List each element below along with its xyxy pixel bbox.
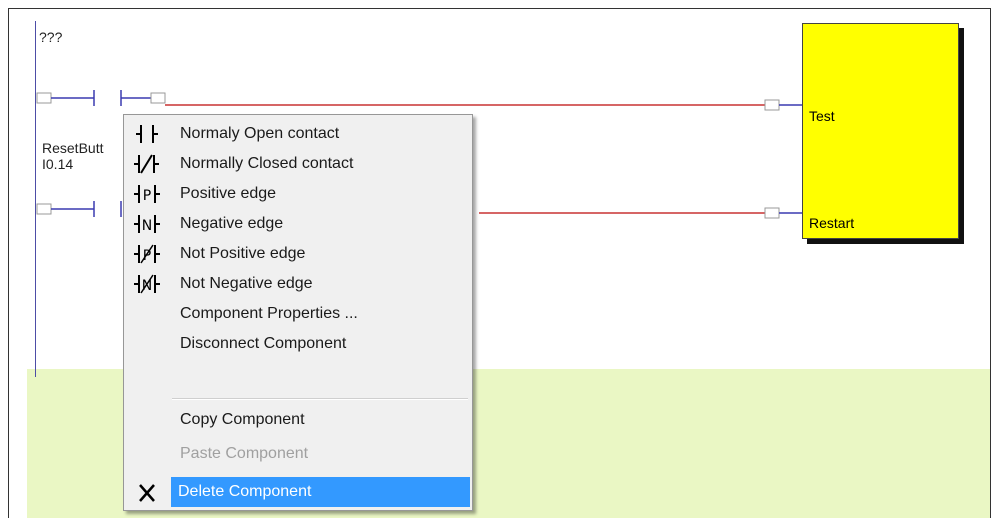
delete-x-icon: [139, 484, 155, 502]
menu-item-label: Paste Component: [180, 445, 309, 462]
menu-item-label: Copy Component: [180, 411, 305, 428]
function-block[interactable]: Test Restart: [802, 23, 959, 239]
context-menu: Normaly Open contact Normally Closed con…: [123, 114, 473, 511]
positive-edge-icon: P: [134, 185, 160, 204]
ladder-editor-screenshot: ??? ResetButt I0.14 Test Restart Normaly…: [0, 0, 998, 518]
menu-item-label: Positive edge: [180, 185, 277, 202]
not-positive-edge-icon: P: [134, 244, 160, 264]
negative-edge-icon: N: [134, 215, 160, 234]
menu-item-normally-open-contact[interactable]: Normaly Open contact: [126, 119, 470, 149]
normally-closed-contact-icon: [134, 154, 159, 174]
function-block-pin-test[interactable]: Test: [809, 108, 835, 124]
svg-text:N: N: [142, 278, 152, 294]
menu-item-delete-component[interactable]: Delete Component: [171, 477, 470, 507]
menu-item-positive-edge[interactable]: P Positive edge: [126, 179, 470, 209]
svg-text:P: P: [143, 188, 151, 204]
menu-item-not-negative-edge[interactable]: N Not Negative edge: [126, 269, 470, 299]
menu-item-label: Normally Closed contact: [180, 155, 354, 172]
menu-item-disconnect-component[interactable]: Disconnect Component: [126, 329, 470, 359]
top-rung-wiring: [36, 90, 802, 111]
menu-item-copy-component[interactable]: Copy Component: [126, 405, 470, 435]
menu-item-not-positive-edge[interactable]: P Not Positive edge: [126, 239, 470, 269]
menu-item-label: Not Negative edge: [180, 275, 313, 292]
not-negative-edge-icon: N: [134, 274, 160, 294]
menu-item-label: Normaly Open contact: [180, 125, 340, 142]
menu-item-component-properties[interactable]: Component Properties ...: [126, 299, 470, 329]
menu-item-negative-edge[interactable]: N Negative edge: [126, 209, 470, 239]
menu-item-label: Negative edge: [180, 215, 284, 232]
normally-open-contact-icon: [136, 125, 158, 143]
menu-item-normally-closed-contact[interactable]: Normally Closed contact: [126, 149, 470, 179]
menu-item-label: Not Positive edge: [180, 245, 306, 262]
menu-separator: [172, 398, 468, 400]
menu-item-label: Component Properties ...: [180, 305, 358, 322]
svg-text:N: N: [142, 218, 152, 234]
function-block-pin-restart[interactable]: Restart: [809, 215, 854, 231]
menu-item-label: Delete Component: [178, 483, 312, 500]
menu-item-paste-component: Paste Component: [126, 439, 470, 469]
menu-item-label: Disconnect Component: [180, 335, 347, 352]
